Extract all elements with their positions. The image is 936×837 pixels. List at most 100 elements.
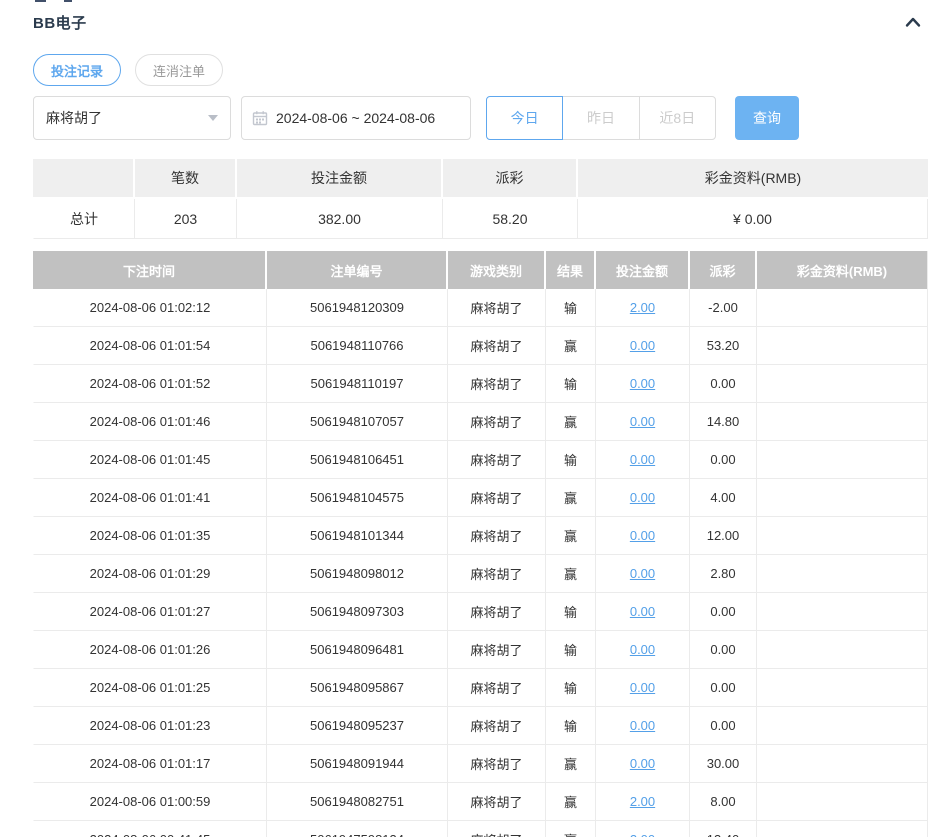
cell-result: 输 [546, 441, 596, 479]
bet-amount-link[interactable]: 0.00 [630, 414, 655, 429]
cell-jackpot [757, 479, 928, 517]
bet-amount-link[interactable]: 0.00 [630, 642, 655, 657]
cell-bet-time: 2024-08-06 01:01:25 [33, 669, 267, 707]
bet-amount-link[interactable]: 0.00 [630, 718, 655, 733]
game-select[interactable]: 麻将胡了 [33, 96, 231, 140]
cell-game-type: 麻将胡了 [448, 479, 546, 517]
table-row: 2024-08-06 01:01:17 5061948091944 麻将胡了赢 0.0… [33, 745, 928, 783]
bet-amount-link[interactable]: 0.00 [630, 452, 655, 467]
summary-header-bet-amount: 投注金额 [237, 159, 443, 199]
bet-amount-link[interactable]: 2.00 [630, 832, 655, 837]
today-button[interactable]: 今日 [486, 96, 564, 140]
cell-order-number: 5061948120309 [267, 289, 448, 327]
cell-bet-amount: 2.00 [596, 821, 690, 837]
betting-records-panel: BB电子 投注记录 连消注单 麻将胡了 2024-08-06 ~ 2024-08… [0, 0, 936, 837]
col-header-bet-time: 下注时间 [33, 251, 267, 289]
cell-payout: 30.00 [690, 745, 757, 783]
table-row: 2024-08-06 00:41:455061947598134麻将胡了赢 2.0… [33, 821, 928, 837]
cell-game-type: 麻将胡了 [448, 403, 546, 441]
table-row: 2024-08-06 01:01:41 5061948104575 麻将胡了赢 0.0… [33, 479, 928, 517]
cell-result: 输 [546, 707, 596, 745]
cell-jackpot [757, 631, 928, 669]
cell-game-type: 麻将胡了 [448, 517, 546, 555]
cell-payout: 53.20 [690, 327, 757, 365]
search-button[interactable]: 查询 [735, 96, 799, 140]
cell-bet-amount: 2.00 [596, 783, 690, 821]
cell-bet-time: 2024-08-06 01:01:27 [33, 593, 267, 631]
collapse-button[interactable] [898, 15, 928, 29]
col-header-payout: 派彩 [690, 251, 757, 289]
table-row: 2024-08-06 01:01:54 5061948110766 麻将胡了赢 0.0… [33, 327, 928, 365]
bet-amount-link[interactable]: 2.00 [630, 300, 655, 315]
cell-payout: 0.00 [690, 669, 757, 707]
cell-bet-amount: 0.00 [596, 403, 690, 441]
cell-bet-amount: 0.00 [596, 669, 690, 707]
bet-amount-link[interactable]: 0.00 [630, 528, 655, 543]
table-row: 2024-08-06 01:01:46 5061948107057 麻将胡了赢 0.0… [33, 403, 928, 441]
cell-order-number: 5061948107057 [267, 403, 448, 441]
cell-game-type: 麻将胡了 [448, 745, 546, 783]
bet-amount-link[interactable]: 0.00 [630, 338, 655, 353]
cell-payout: 0.00 [690, 707, 757, 745]
bet-amount-link[interactable]: 0.00 [630, 604, 655, 619]
cell-result: 赢 [546, 783, 596, 821]
last-8-days-button[interactable]: 近8日 [638, 96, 716, 140]
date-range-value: 2024-08-06 ~ 2024-08-06 [276, 110, 436, 126]
filter-bar: 麻将胡了 2024-08-06 ~ 2024-08-06 今日 昨日 近8日 查… [33, 96, 928, 140]
cell-bet-time: 2024-08-06 01:01:23 [33, 707, 267, 745]
date-range-picker[interactable]: 2024-08-06 ~ 2024-08-06 [241, 96, 471, 140]
cell-jackpot [757, 555, 928, 593]
cell-payout: 0.00 [690, 593, 757, 631]
col-header-result: 结果 [546, 251, 596, 289]
cell-bet-time: 2024-08-06 01:02:12 [33, 289, 267, 327]
tab-bet-records[interactable]: 投注记录 [33, 54, 122, 86]
cell-bet-time: 2024-08-06 01:01:29 [33, 555, 267, 593]
bet-amount-link[interactable]: 0.00 [630, 756, 655, 771]
bet-amount-link[interactable]: 0.00 [630, 376, 655, 391]
chevron-down-icon [208, 115, 218, 121]
col-header-jackpot: 彩金资料(RMB) [757, 251, 928, 289]
cell-payout: 0.00 [690, 365, 757, 403]
cell-order-number: 5061948101344 [267, 517, 448, 555]
bet-amount-link[interactable]: 0.00 [630, 566, 655, 581]
cell-bet-amount: 0.00 [596, 631, 690, 669]
cell-jackpot [757, 441, 928, 479]
table-row: 2024-08-06 01:01:52 5061948110197 麻将胡了输 0.0… [33, 365, 928, 403]
cell-game-type: 麻将胡了 [448, 707, 546, 745]
cell-bet-time: 2024-08-06 01:01:52 [33, 365, 267, 403]
cell-jackpot [757, 327, 928, 365]
records-table: 下注时间 注单编号 游戏类别 结果 投注金额 派彩 彩金资料(RMB) 2024… [33, 251, 928, 837]
cell-payout: 8.00 [690, 783, 757, 821]
table-row: 2024-08-06 01:01:29 5061948098012 麻将胡了赢 0.0… [33, 555, 928, 593]
cell-payout: 2.80 [690, 555, 757, 593]
tab-cancelled-orders[interactable]: 连消注单 [135, 54, 224, 86]
cell-order-number: 5061948095867 [267, 669, 448, 707]
cell-order-number: 5061948091944 [267, 745, 448, 783]
cell-result: 输 [546, 593, 596, 631]
cell-order-number: 5061948104575 [267, 479, 448, 517]
bet-amount-link[interactable]: 0.00 [630, 490, 655, 505]
cell-game-type: 麻将胡了 [448, 327, 546, 365]
summary-total-row: 总计 203 382.00 58.20 ¥ 0.00 [33, 199, 928, 239]
yesterday-button[interactable]: 昨日 [562, 96, 640, 140]
summary-header-payout: 派彩 [443, 159, 578, 199]
col-header-order-number: 注单编号 [267, 251, 448, 289]
cell-jackpot [757, 745, 928, 783]
cell-order-number: 5061948095237 [267, 707, 448, 745]
cell-result: 输 [546, 289, 596, 327]
bet-amount-link[interactable]: 2.00 [630, 794, 655, 809]
cell-result: 赢 [546, 479, 596, 517]
cell-game-type: 麻将胡了 [448, 593, 546, 631]
cell-bet-time: 2024-08-06 01:00:59 [33, 783, 267, 821]
panel-header: BB电子 [33, 12, 928, 32]
cell-bet-amount: 0.00 [596, 555, 690, 593]
cell-bet-amount: 2.00 [596, 289, 690, 327]
cell-payout: 4.00 [690, 479, 757, 517]
record-type-tabs: 投注记录 连消注单 [33, 54, 928, 86]
cell-order-number: 5061948097303 [267, 593, 448, 631]
bet-amount-link[interactable]: 0.00 [630, 680, 655, 695]
cell-order-number: 5061948098012 [267, 555, 448, 593]
cell-game-type: 麻将胡了 [448, 631, 546, 669]
summary-header-row: 笔数 投注金额 派彩 彩金资料(RMB) [33, 159, 928, 199]
cell-order-number: 5061948110197 [267, 365, 448, 403]
